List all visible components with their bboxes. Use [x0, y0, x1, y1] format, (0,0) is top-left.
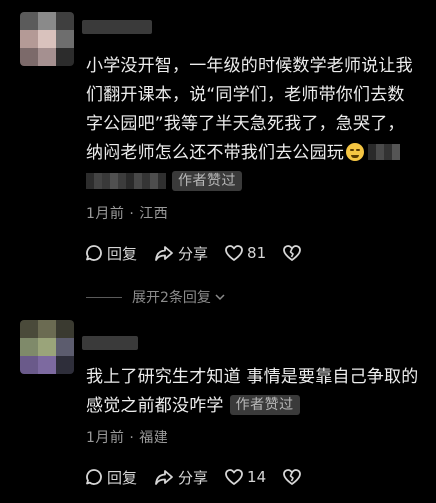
mosaic-redaction	[368, 141, 400, 160]
comment-actions: 回复 分享 81	[84, 242, 321, 264]
comment-line: 字公园吧”我等了半天急死我了，急哭了，	[86, 114, 405, 134]
share-label: 分享	[178, 468, 209, 487]
heart-icon	[225, 245, 243, 261]
reply-button[interactable]: 回复	[84, 467, 137, 488]
mosaic-redaction	[86, 170, 166, 189]
author-liked-badge: 作者赞过	[229, 395, 300, 415]
blushing-face-emoji	[346, 143, 364, 161]
username-blurred[interactable]	[82, 20, 152, 34]
comment-line-with-badge: 作者赞过	[86, 168, 426, 197]
comment-actions: 回复 分享 14	[84, 466, 321, 488]
comment-line: 小学没开智，一年级的时候数学老师说让我	[86, 56, 413, 76]
chat-bubble-icon	[86, 469, 102, 485]
reply-button[interactable]: 回复	[84, 243, 137, 264]
reply-label: 回复	[107, 468, 138, 487]
share-arrow-icon	[155, 470, 173, 485]
chat-bubble-icon	[86, 245, 102, 261]
broken-heart-icon	[283, 469, 302, 485]
comment-line-with-emoji: 纳闷老师怎么还不带我们去公园玩	[86, 139, 426, 168]
avatar[interactable]	[20, 12, 74, 66]
like-button[interactable]: 14	[224, 467, 266, 487]
share-arrow-icon	[155, 246, 173, 261]
like-button[interactable]: 81	[224, 243, 266, 263]
reply-label: 回复	[107, 244, 138, 263]
share-button[interactable]: 分享	[153, 243, 208, 264]
time-location: 1月前 · 江西	[86, 206, 169, 222]
share-button[interactable]: 分享	[153, 467, 208, 488]
expand-label: 展开2条回复	[132, 290, 211, 306]
avatar[interactable]	[20, 320, 74, 374]
comment-1: 小学没开智，一年级的时候数学老师说让我 们翻开课本，说“同学们，老师带你们去数 …	[0, 0, 436, 306]
comment-text: 小学没开智，一年级的时候数学老师说让我 们翻开课本，说“同学们，老师带你们去数 …	[86, 52, 426, 197]
username-blurred[interactable]	[82, 336, 138, 350]
comment-line: 们翻开课本，说“同学们，老师带你们去数	[86, 85, 405, 105]
author-liked-badge: 作者赞过	[172, 171, 242, 191]
share-label: 分享	[178, 244, 209, 263]
comment-line-text: 感觉之前都没咋学	[86, 396, 224, 416]
comment-line-text: 纳闷老师怎么还不带我们去公园玩	[86, 143, 344, 163]
comment-line-with-badge: 感觉之前都没咋学 作者赞过	[86, 392, 426, 421]
dislike-button[interactable]	[282, 467, 305, 487]
comment-line: 我上了研究生才知道 事情是要靠自己争取的	[86, 367, 419, 387]
time-location: 1月前 · 福建	[86, 430, 169, 446]
comment-text: 我上了研究生才知道 事情是要靠自己争取的 感觉之前都没咋学 作者赞过	[86, 363, 426, 421]
dislike-button[interactable]	[282, 243, 305, 263]
comment-2: 我上了研究生才知道 事情是要靠自己争取的 感觉之前都没咋学 作者赞过 1月前 · …	[0, 310, 436, 503]
expand-replies-button[interactable]: 展开2条回复	[86, 287, 227, 307]
chevron-down-icon	[215, 294, 225, 301]
broken-heart-icon	[283, 245, 302, 261]
divider-dash	[86, 296, 122, 298]
heart-icon	[225, 469, 243, 485]
like-count: 81	[247, 244, 267, 262]
like-count: 14	[247, 468, 267, 486]
